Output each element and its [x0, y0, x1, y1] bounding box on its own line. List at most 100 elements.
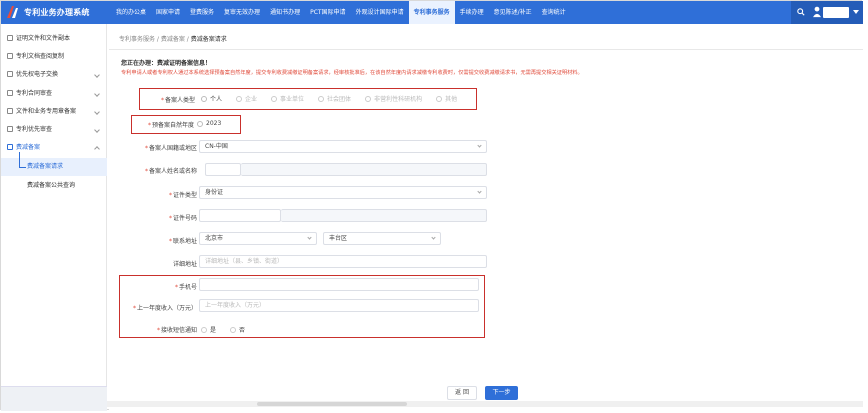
sms-label: *接收短信通知 — [156, 327, 197, 334]
region-select[interactable]: CN-中国 — [199, 140, 487, 153]
list-icon — [7, 90, 13, 96]
sidebar-footer — [1, 386, 107, 411]
top-navbar: 专利业务办理系统 我的办公桌 国家申请 登费服务 复审无效办理 通知书办理 PCT国际申请… — [1, 1, 863, 24]
year-label: *预备案自然年度 — [147, 122, 194, 129]
detail-address-input[interactable]: 详细地址（县、乡镇、街道） — [199, 255, 487, 268]
radio-label: 企业 — [245, 96, 258, 103]
sidebar-item-priority-exchange[interactable]: 优先权电子交换 — [1, 66, 107, 84]
chevron-down-icon — [94, 109, 100, 115]
applicant-type-option[interactable]: 其他 — [436, 94, 457, 103]
search-icon[interactable] — [797, 8, 805, 16]
user-area — [791, 1, 863, 24]
sidebar-item-label: 费减备案 — [16, 144, 41, 151]
sms-radio-yes[interactable]: 是 — [201, 325, 216, 334]
required-mark: * — [147, 122, 151, 129]
sidebar-subitem-label: 费减备案公共查询 — [27, 182, 76, 189]
required-mark: * — [168, 215, 172, 222]
phone-label: *手机号 — [174, 284, 197, 291]
sidebar-subitem-fee-reduction-request[interactable]: 费减备案请求 — [1, 152, 107, 176]
settings-icon — [7, 144, 13, 150]
next-button[interactable]: 下一步 — [485, 386, 518, 400]
nav-item[interactable]: 我的办公桌 — [111, 1, 151, 24]
user-avatar-icon[interactable] — [813, 5, 821, 18]
sidebar-item-fee-reduction[interactable]: 费减备案 — [1, 139, 107, 157]
required-mark: * — [144, 145, 148, 152]
breadcrumb: 专利事务服务 / 费减备案 / 费减备案请求 — [119, 36, 227, 43]
main-content: 专利事务服务 / 费减备案 / 费减备案请求 您正在办理：费减证明备案信息！ 专… — [109, 24, 863, 411]
nav-item[interactable]: 意见陈述/补正 — [489, 1, 537, 24]
id-number-input[interactable] — [199, 209, 281, 222]
applicant-type-option[interactable]: 社会团体 — [318, 94, 351, 103]
document-icon — [7, 35, 13, 41]
nav-item[interactable]: 查询统计 — [537, 1, 571, 24]
sidebar: 证明文件和文件副本 专利文档查阅复制 优先权电子交换 专利合同审查 文件和业务专… — [1, 24, 107, 388]
sidebar-item-label: 文件和业务专用章备案 — [16, 108, 77, 115]
chevron-up-icon — [94, 146, 100, 152]
required-mark: * — [168, 192, 172, 199]
nav-item[interactable]: PCT国际申请 — [305, 1, 350, 24]
province-select[interactable]: 北京市 — [199, 232, 317, 245]
horizontal-scrollbar[interactable] — [107, 401, 863, 407]
sidebar-item-document-copy[interactable]: 专利文档查阅复制 — [1, 48, 107, 66]
radio-dot — [230, 326, 237, 333]
user-menu-chevron-icon[interactable] — [853, 10, 859, 14]
id-number-input-extension — [281, 209, 487, 222]
user-name-box[interactable] — [823, 7, 849, 18]
district-select[interactable]: 丰台区 — [323, 232, 441, 245]
year-radio[interactable]: 2023 — [197, 120, 221, 127]
nav-item[interactable]: 国家申请 — [151, 1, 185, 24]
nav-item[interactable]: 通知书办理 — [265, 1, 305, 24]
sidebar-item-seal-filing[interactable]: 文件和业务专用章备案 — [1, 103, 107, 121]
back-button[interactable]: 返 回 — [447, 386, 477, 400]
sidebar-item-label: 专利文档查阅复制 — [16, 53, 65, 60]
radio-label: 事业单位 — [280, 96, 305, 103]
chevron-down-icon — [431, 235, 436, 240]
sidebar-subitem-label: 费减备案请求 — [27, 163, 64, 170]
applicant-type-option[interactable]: 个人 — [201, 94, 222, 103]
sidebar-item-label: 证明文件和文件副本 — [16, 35, 71, 42]
sms-radio-no[interactable]: 否 — [230, 325, 245, 334]
applicant-type-option[interactable]: 事业单位 — [271, 94, 304, 103]
nav-item[interactable]: 专利事务服务 — [408, 1, 455, 24]
sidebar-subitem-fee-reduction-query[interactable]: 费减备案公共查询 — [1, 177, 107, 195]
required-mark: * — [168, 238, 172, 245]
breadcrumb-item[interactable]: 专利事务服务 — [119, 36, 155, 43]
name-input-extension — [241, 163, 487, 176]
name-input[interactable] — [205, 163, 241, 176]
breadcrumb-item[interactable]: 费减备案 — [161, 36, 185, 43]
id-type-label: *证件类型 — [168, 192, 197, 199]
applicant-type-option[interactable]: 非营利性科研机构 — [365, 94, 422, 103]
scrollbar-thumb[interactable] — [257, 402, 407, 406]
sidebar-item-label: 优先权电子交换 — [16, 71, 59, 78]
nav-item[interactable]: 登费服务 — [185, 1, 219, 24]
applicant-type-radio-group: 个人 企业 事业单位 社会团体 非营利性科研机构 其他 — [201, 94, 471, 103]
chevron-down-icon — [94, 72, 100, 78]
phone-input[interactable] — [199, 278, 479, 291]
income-label: *上一年度收入（万元） — [132, 305, 197, 312]
notice-text: 专利申请人或者专利权人通过本系统选择预备案自然年度，提交专利收费减缴证明备案请求… — [121, 70, 583, 76]
sidebar-item-certificates[interactable]: 证明文件和文件副本 — [1, 30, 107, 48]
app-title: 专利业务办理系统 — [24, 7, 90, 17]
list-icon — [7, 71, 13, 77]
sidebar-item-contract-review[interactable]: 专利合同审查 — [1, 85, 107, 103]
nav-item[interactable]: 外观设计国际申请 — [351, 1, 409, 24]
divider — [109, 49, 863, 50]
region-value: CN-中国 — [205, 143, 228, 150]
radio-dot — [436, 95, 443, 102]
nav-item[interactable]: 复审无效办理 — [219, 1, 265, 24]
province-value: 北京市 — [205, 235, 224, 242]
radio-label: 个人 — [210, 96, 223, 103]
chevron-down-icon — [94, 91, 100, 97]
id-type-select[interactable]: 身份证 — [199, 186, 487, 199]
required-mark: * — [144, 168, 148, 175]
nav-item[interactable]: 手续办理 — [455, 1, 489, 24]
sidebar-item-priority-examination[interactable]: 专利优先审查 — [1, 121, 107, 139]
income-input[interactable]: 上一年度收入（万元） — [199, 299, 479, 312]
applicant-type-option[interactable]: 企业 — [236, 94, 257, 103]
document-icon — [7, 53, 13, 59]
district-value: 丰台区 — [329, 235, 348, 242]
radio-label: 社会团体 — [327, 96, 352, 103]
name-label: *备案人姓名或名称 — [144, 168, 197, 175]
main-nav: 我的办公桌 国家申请 登费服务 复审无效办理 通知书办理 PCT国际申请 外观设计国际申请专… — [111, 1, 571, 24]
radio-dot — [271, 95, 278, 102]
